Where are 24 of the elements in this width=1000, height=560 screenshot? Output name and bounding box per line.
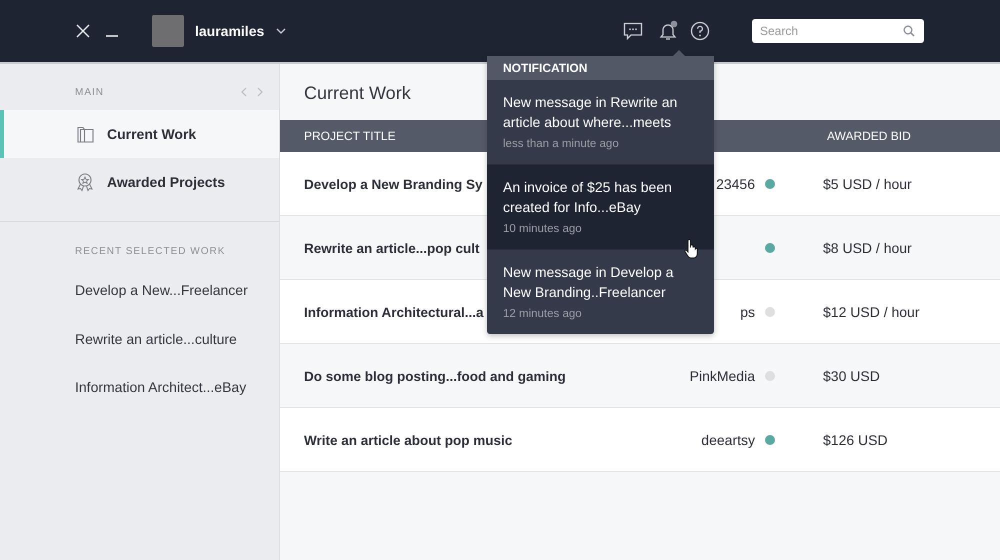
project-title: Rewrite an article...pop cult — [304, 240, 480, 256]
column-header: AWARDED BID — [827, 129, 911, 143]
notification-text: New message in Rewrite an article about where...meets — [503, 93, 678, 132]
notification-time: 10 minutes ago — [503, 223, 583, 235]
page-title: Current Work — [304, 82, 411, 105]
client-name: deeartsy — [701, 432, 755, 448]
bid-amount: $126 USD — [823, 432, 888, 448]
section-title: MAIN — [75, 86, 105, 98]
bid-amount: $30 USD — [823, 368, 880, 384]
client-name: 23456 — [716, 176, 755, 192]
notification-time: less than a minute ago — [503, 138, 620, 150]
project-title: Develop a New Branding Sy — [304, 176, 483, 192]
section-title: RECENT SELECTED WORK — [74, 245, 226, 259]
bid-amount: $5 USD / hour — [823, 176, 912, 192]
project-title: Do some blog posting...food and gaming — [304, 368, 566, 384]
client-name: PinkMedia — [690, 368, 755, 384]
bid-amount: $12 USD / hour — [823, 304, 920, 320]
notification-text: An invoice of $25 has been created for Info...eBay — [503, 178, 673, 217]
notification-text: New message in Develop a New Branding..Freelancer — [503, 263, 674, 302]
client-name: ps — [740, 304, 755, 320]
bid-amount: $8 USD / hour — [823, 240, 912, 256]
notification-time: 12 minutes ago — [503, 308, 583, 320]
project-title: Write an article about pop music — [304, 432, 512, 448]
project-title: Information Architectural...a — [304, 304, 484, 320]
